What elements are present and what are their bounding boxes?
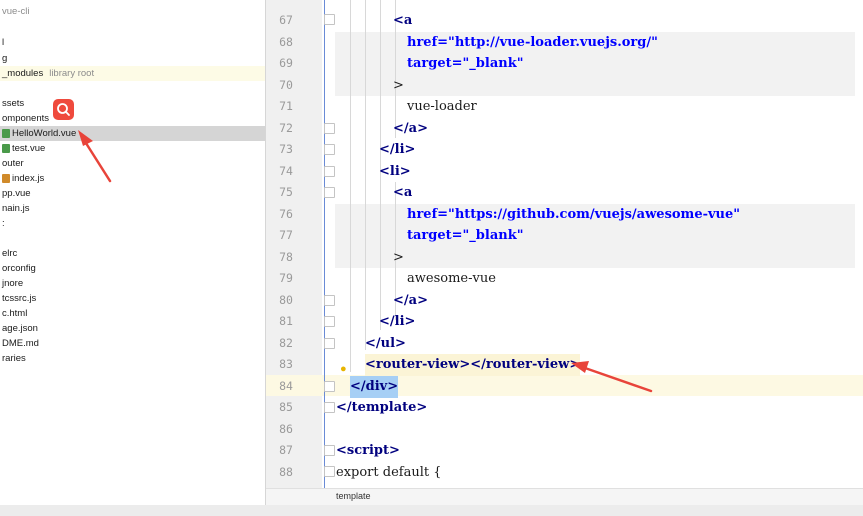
line-number: 83 bbox=[279, 357, 293, 371]
code-line-div-close: </div> bbox=[350, 376, 399, 398]
code-line: href="http://vue-loader.vuejs.org/" bbox=[407, 35, 658, 50]
line-number: 67 bbox=[279, 13, 293, 27]
code-line: href="https://github.com/vuejs/awesome-v… bbox=[407, 207, 741, 222]
line-number: 87 bbox=[279, 443, 293, 457]
fold-marker[interactable] bbox=[324, 402, 335, 413]
tree-item-label: jnore bbox=[2, 278, 24, 289]
js-file-icon bbox=[2, 174, 10, 183]
line-number: 75 bbox=[279, 185, 293, 199]
vue-file-icon bbox=[2, 144, 10, 153]
tree-item-name: _modules bbox=[2, 68, 44, 79]
tree-item-label: g bbox=[2, 53, 8, 64]
tree-item-label: HelloWorld.vue bbox=[12, 128, 77, 139]
code-line: <li> bbox=[379, 164, 411, 179]
line-number: 74 bbox=[279, 164, 293, 178]
tree-item-label: ssets bbox=[2, 98, 25, 109]
fold-marker[interactable] bbox=[324, 14, 335, 25]
tree-item-node-modules[interactable]: _modules library root bbox=[0, 66, 265, 81]
tree-item-label: l bbox=[2, 37, 5, 48]
fold-marker[interactable] bbox=[324, 123, 335, 134]
vue-file-icon bbox=[2, 129, 10, 138]
code-line-router-view: <router-view></router-view> bbox=[365, 354, 581, 376]
search-icon bbox=[57, 103, 70, 116]
line-number: 77 bbox=[279, 228, 293, 242]
tree-item-label: index.js bbox=[12, 173, 45, 184]
code-line: <script> bbox=[336, 443, 400, 458]
tree-item-label: : bbox=[2, 218, 5, 229]
fold-marker[interactable] bbox=[324, 316, 335, 327]
line-number: 88 bbox=[279, 465, 293, 479]
line-number: 79 bbox=[279, 271, 293, 285]
tree-item-helloworld[interactable]: HelloWorld.vue bbox=[0, 126, 265, 141]
breadcrumb: template bbox=[266, 488, 863, 506]
fold-marker[interactable] bbox=[324, 166, 335, 177]
tree-item-label: elrc bbox=[2, 248, 18, 259]
project-tree: vue-cli l g _modules library root ssets o… bbox=[0, 0, 266, 505]
line-number: 84 bbox=[279, 379, 293, 393]
line-number: 73 bbox=[279, 142, 293, 156]
line-number: 81 bbox=[279, 314, 293, 328]
code-line: export default { bbox=[336, 465, 442, 480]
fold-marker[interactable] bbox=[324, 381, 335, 392]
code-line: <a bbox=[393, 185, 413, 200]
line-number: 69 bbox=[279, 56, 293, 70]
fold-marker[interactable] bbox=[324, 445, 335, 456]
fold-marker[interactable] bbox=[324, 144, 335, 155]
line-number: 86 bbox=[279, 422, 293, 436]
indent-guide bbox=[365, 0, 366, 350]
fold-marker[interactable] bbox=[324, 187, 335, 198]
fold-column-line bbox=[324, 0, 325, 488]
code-line: target="_blank" bbox=[407, 228, 524, 243]
line-number: 85 bbox=[279, 400, 293, 414]
line-number: 68 bbox=[279, 35, 293, 49]
code-line: </template> bbox=[336, 400, 428, 415]
search-button[interactable] bbox=[53, 99, 74, 120]
indent-guide bbox=[350, 0, 351, 372]
line-number: 72 bbox=[279, 121, 293, 135]
code-line: awesome-vue bbox=[407, 271, 496, 286]
tree-item-label: vue-cli bbox=[2, 6, 30, 17]
code-line: target="_blank" bbox=[407, 56, 524, 71]
breadcrumb-item[interactable]: template bbox=[336, 491, 371, 501]
code-line: > bbox=[393, 250, 404, 265]
tree-item-label: DME.md bbox=[2, 338, 39, 349]
code-line: vue-loader bbox=[407, 99, 477, 114]
tree-item-label: outer bbox=[2, 158, 24, 169]
tree-item-label: c.html bbox=[2, 308, 28, 319]
code-editor[interactable]: 67 68 69 70 71 72 73 74 75 76 77 78 79 8… bbox=[266, 0, 863, 488]
library-root-note: library root bbox=[49, 68, 95, 79]
line-number: 70 bbox=[279, 78, 293, 92]
line-number: 76 bbox=[279, 207, 293, 221]
status-bar bbox=[0, 505, 863, 516]
lightbulb-icon[interactable]: ● bbox=[340, 363, 347, 375]
fold-marker[interactable] bbox=[324, 466, 335, 477]
code-line: </li> bbox=[379, 314, 416, 329]
line-number: 82 bbox=[279, 336, 293, 350]
fold-marker[interactable] bbox=[324, 338, 335, 349]
tree-item-label: raries bbox=[2, 353, 26, 364]
fold-marker[interactable] bbox=[324, 295, 335, 306]
line-number: 71 bbox=[279, 99, 293, 113]
tree-item-label: nain.js bbox=[2, 203, 30, 214]
line-number: 78 bbox=[279, 250, 293, 264]
tree-item-label: omponents bbox=[2, 113, 50, 124]
tree-item-label: age.json bbox=[2, 323, 38, 334]
tree-item-label: tcssrc.js bbox=[2, 293, 37, 304]
code-line: </a> bbox=[393, 121, 428, 136]
tree-item-label: orconfig bbox=[2, 263, 36, 274]
line-number: 80 bbox=[279, 293, 293, 307]
code-line: <a bbox=[393, 13, 413, 28]
code-line: </a> bbox=[393, 293, 428, 308]
code-line: </li> bbox=[379, 142, 416, 157]
tree-item-label: _modules library root bbox=[2, 66, 94, 81]
tree-item-label: pp.vue bbox=[2, 188, 31, 199]
tree-item-label: test.vue bbox=[12, 143, 46, 154]
code-line: </ul> bbox=[365, 336, 406, 351]
code-line: > bbox=[393, 78, 404, 93]
